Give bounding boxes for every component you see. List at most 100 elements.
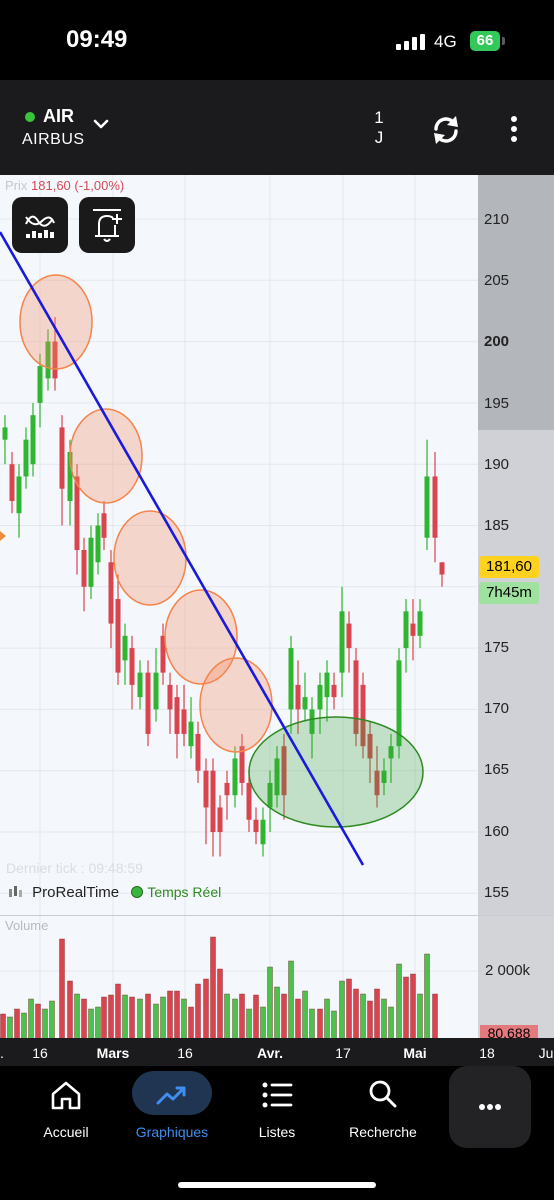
more-horizontal-icon [479, 1104, 501, 1110]
tab-graphiques[interactable]: Graphiques [117, 1078, 227, 1148]
price-tick: 175 [484, 639, 510, 656]
candle-body [417, 611, 423, 636]
price-chart[interactable] [0, 175, 478, 915]
date-tick: Mai [403, 1045, 427, 1061]
candle-logo-icon [9, 886, 22, 897]
current-price-tag: 181,60 [479, 556, 539, 578]
price-tick: 205 [484, 272, 510, 289]
battery-icon: 66 [470, 31, 500, 51]
volume-bar [195, 983, 201, 1039]
candle-body [145, 672, 151, 734]
highlight-circle-1 [19, 274, 93, 370]
volume-bar [396, 963, 402, 1039]
volume-bar [417, 993, 423, 1039]
candle-body [288, 648, 294, 710]
candle-body [439, 562, 445, 575]
volume-bar [181, 998, 187, 1039]
volume-bar [108, 994, 114, 1039]
volume-bar [381, 998, 387, 1039]
volume-bar [374, 988, 380, 1039]
date-tick: 18 [479, 1045, 495, 1061]
tab-accueil[interactable]: Accueil [11, 1078, 121, 1148]
candle-body [81, 550, 87, 587]
volume-bar [42, 1008, 48, 1039]
volume-bar [203, 978, 209, 1039]
candle-body [210, 770, 216, 832]
price-tick: 170 [484, 700, 510, 717]
alert-button[interactable] [79, 197, 135, 253]
price-tick: 160 [484, 823, 510, 840]
company-name[interactable]: AIRBUS [22, 131, 85, 149]
volume-bar [288, 960, 294, 1039]
candle-body [346, 623, 352, 649]
volume-bar [281, 993, 287, 1039]
ticker-symbol[interactable]: AIR [43, 106, 74, 127]
data-source: ProRealTime Temps Réel [8, 884, 221, 904]
volume-bar [14, 1008, 20, 1039]
candle-body [410, 623, 416, 636]
candle-body [137, 672, 143, 698]
volume-bar [101, 996, 107, 1039]
volume-bar [295, 998, 301, 1039]
candle-body [2, 427, 8, 440]
date-tick: 16 [32, 1045, 48, 1061]
candle-body [108, 562, 114, 624]
home-icon [51, 1081, 81, 1110]
date-tick: Avr. [257, 1045, 283, 1061]
volume-bar [403, 976, 409, 1039]
more-vertical-icon[interactable] [504, 114, 524, 144]
volume-bar [424, 953, 430, 1039]
tab-recherche[interactable]: Recherche [328, 1078, 438, 1148]
volume-bar [28, 998, 34, 1039]
volume-bar [353, 988, 359, 1039]
volume-bar [0, 1013, 6, 1039]
date-tick: 16 [177, 1045, 193, 1061]
candle-timer-tag: 7h45m [479, 582, 539, 604]
candle-body [16, 476, 22, 514]
volume-bar [49, 1000, 55, 1039]
candle-body [188, 721, 194, 747]
chevron-down-icon[interactable] [92, 118, 110, 132]
indicators-button[interactable] [12, 197, 68, 253]
tab-listes[interactable]: Listes [222, 1078, 332, 1148]
volume-bar [129, 996, 135, 1039]
price-label: Prix 181,60 (-1,00%) [5, 178, 125, 193]
candle-body [101, 513, 107, 538]
instrument-header: AIR AIRBUS 1 J [0, 80, 554, 175]
candle-body [295, 684, 301, 710]
volume-bar [274, 986, 280, 1039]
volume-bar [309, 1008, 315, 1039]
period-value: 1 [374, 108, 384, 127]
volume-panel[interactable] [0, 915, 478, 1039]
volume-bar [35, 1003, 41, 1039]
period-unit: J [374, 128, 384, 147]
price-tick: 165 [484, 761, 510, 778]
candle-body [339, 611, 345, 673]
status-time: 09:49 [66, 26, 128, 53]
volume-bar [74, 993, 80, 1039]
volume-bar [88, 1008, 94, 1039]
date-tick: Ju [538, 1045, 554, 1061]
volume-bar [324, 998, 330, 1039]
volume-bar [232, 998, 238, 1039]
candle-body [37, 366, 43, 403]
volume-bar [67, 980, 73, 1039]
candle-body [167, 684, 173, 710]
volume-bar [160, 996, 166, 1039]
candle-body [432, 476, 438, 538]
volume-bar [210, 936, 216, 1039]
alert-bell-icon [93, 209, 122, 242]
volume-bar [7, 1016, 13, 1039]
home-indicator [178, 1182, 376, 1188]
more-button[interactable] [449, 1066, 531, 1148]
volume-bars [0, 936, 438, 1039]
period-selector[interactable]: 1 J [368, 108, 390, 148]
network-type: 4G [434, 32, 457, 51]
candle-body [224, 782, 230, 796]
realtime-dot [131, 886, 144, 898]
brand-name: ProRealTime [32, 884, 120, 901]
sync-icon[interactable] [428, 112, 464, 148]
volume-bar [145, 993, 151, 1039]
volume-bar [346, 978, 352, 1039]
candle-body [260, 819, 266, 845]
